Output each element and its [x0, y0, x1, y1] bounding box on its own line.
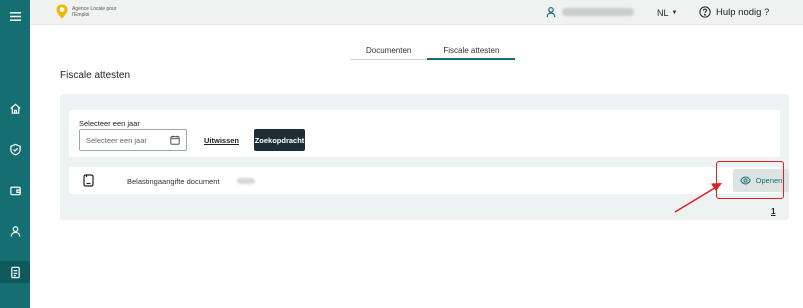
menu-icon[interactable] — [0, 5, 30, 27]
year-filter-label: Selecteer een jaar — [79, 119, 140, 128]
shield-check-icon[interactable] — [0, 138, 30, 160]
help-label: Hulp nodig ? — [716, 6, 770, 18]
document-name: Belastingaangifte document — [127, 177, 220, 186]
clear-button[interactable]: Uitwissen — [204, 136, 239, 145]
help-icon — [699, 6, 711, 18]
calendar-icon[interactable] — [170, 135, 180, 145]
user-name-redacted — [562, 8, 634, 16]
user-icon[interactable] — [0, 220, 30, 242]
home-icon[interactable] — [0, 97, 30, 119]
page-title: Fiscale attesten — [60, 70, 131, 81]
tab-bar: Documenten Fiscale attesten — [350, 42, 516, 60]
language-label: NL — [657, 8, 669, 18]
language-selector[interactable]: NL ▼ — [657, 8, 677, 18]
document-year-redacted — [237, 178, 255, 184]
document-row: Belastingaangifte document Openen — [69, 167, 789, 194]
pagination-page-1[interactable]: 1 — [771, 207, 775, 216]
logo[interactable]: Agence Locale pour l'Emploi — [56, 4, 122, 19]
tab-documenten[interactable]: Documenten — [350, 42, 428, 60]
help-button[interactable]: Hulp nodig ? — [699, 6, 769, 18]
top-bar: Agence Locale pour l'Emploi NL ▼ Hulp no… — [30, 0, 803, 25]
search-button[interactable]: Zoekopdracht — [254, 129, 305, 151]
sidebar — [0, 0, 30, 308]
user-menu[interactable] — [545, 6, 634, 18]
user-icon — [546, 7, 556, 18]
results-panel: Selecteer een jaar Selecteer een jaar Ui… — [60, 94, 789, 220]
location-pin-icon — [56, 4, 68, 19]
caret-down-icon: ▼ — [671, 10, 678, 16]
wallet-icon[interactable] — [0, 179, 30, 201]
tax-document-icon[interactable] — [0, 261, 30, 283]
year-select-input[interactable]: Selecteer een jaar — [79, 129, 187, 151]
tab-fiscale-attesten[interactable]: Fiscale attesten — [427, 42, 516, 60]
filter-card: Selecteer een jaar Selecteer een jaar Ui… — [69, 110, 780, 157]
document-icon — [83, 174, 94, 187]
highlight-box — [716, 161, 784, 199]
logo-text: Agence Locale pour l'Emploi — [72, 5, 117, 18]
year-select-placeholder: Selecteer een jaar — [86, 135, 147, 145]
